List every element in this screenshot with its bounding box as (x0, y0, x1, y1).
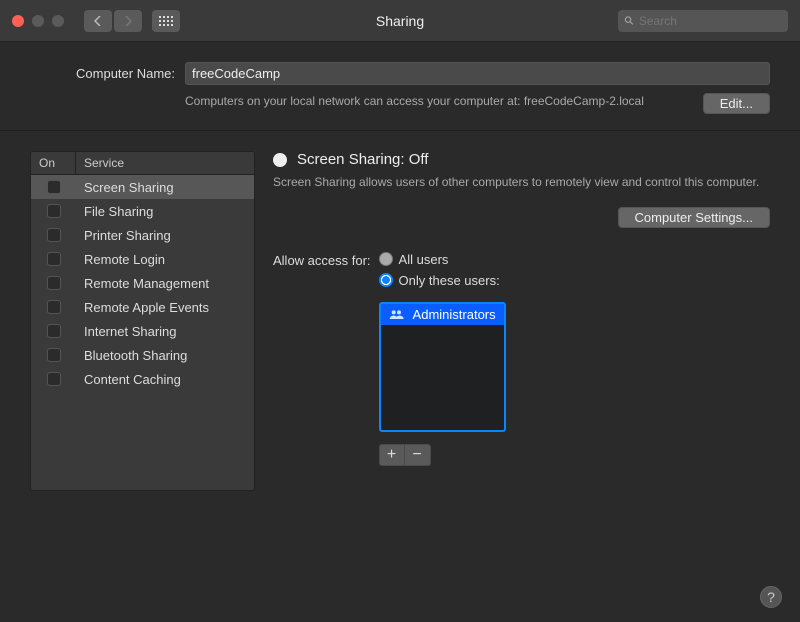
chevron-right-icon (124, 16, 132, 26)
main-content: On Service Screen Sharing File Sharing Pri… (0, 131, 800, 511)
computer-name-description: Computers on your local network can acce… (185, 93, 693, 110)
grid-icon (159, 16, 173, 26)
service-label: Remote Apple Events (76, 300, 254, 315)
radio-only-label: Only these users: (399, 273, 500, 288)
add-remove-group: + − (379, 444, 506, 466)
close-button[interactable] (12, 15, 24, 27)
service-label: Content Caching (76, 372, 254, 387)
service-label: Screen Sharing (76, 180, 254, 195)
service-detail-pane: Screen Sharing: Off Screen Sharing allow… (273, 151, 770, 491)
search-field[interactable] (618, 10, 788, 32)
service-label: Internet Sharing (76, 324, 254, 339)
service-checkbox[interactable] (47, 204, 61, 218)
search-input[interactable] (639, 14, 782, 28)
minimize-button[interactable] (32, 15, 44, 27)
back-button[interactable] (84, 10, 112, 32)
computer-settings-button[interactable]: Computer Settings... (618, 207, 771, 228)
maximize-button[interactable] (52, 15, 64, 27)
service-checkbox[interactable] (47, 300, 61, 314)
col-header-service[interactable]: Service (76, 152, 254, 174)
computer-name-input[interactable] (185, 62, 770, 85)
service-label: Remote Management (76, 276, 254, 291)
window-title: Sharing (376, 13, 424, 29)
computer-name-section: Computer Name: Computers on your local n… (0, 42, 800, 131)
service-row[interactable]: File Sharing (31, 199, 254, 223)
add-user-button[interactable]: + (379, 444, 405, 466)
user-row[interactable]: Administrators (381, 304, 504, 325)
service-row[interactable]: Printer Sharing (31, 223, 254, 247)
service-checkbox[interactable] (47, 180, 61, 194)
service-checkbox[interactable] (47, 252, 61, 266)
service-label: Bluetooth Sharing (76, 348, 254, 363)
edit-button[interactable]: Edit... (703, 93, 770, 114)
services-header: On Service (31, 152, 254, 175)
service-row[interactable]: Bluetooth Sharing (31, 343, 254, 367)
service-label: Remote Login (76, 252, 254, 267)
user-row-label: Administrators (413, 307, 496, 322)
services-body: Screen Sharing File Sharing Printer Sharin… (31, 175, 254, 391)
service-checkbox[interactable] (47, 228, 61, 242)
service-checkbox[interactable] (47, 348, 61, 362)
computer-name-label: Computer Name: (30, 66, 175, 81)
service-label: Printer Sharing (76, 228, 254, 243)
nav-group (84, 10, 142, 32)
access-label: Allow access for: (273, 252, 371, 268)
chevron-left-icon (94, 16, 102, 26)
radio-icon (379, 252, 393, 266)
access-row: Allow access for: All users Only these u… (273, 252, 770, 466)
service-row[interactable]: Remote Apple Events (31, 295, 254, 319)
radio-all-label: All users (399, 252, 449, 267)
service-label: File Sharing (76, 204, 254, 219)
search-icon (624, 15, 635, 27)
service-checkbox[interactable] (47, 324, 61, 338)
status-row: Screen Sharing: Off (273, 151, 770, 168)
users-group-icon (389, 307, 405, 321)
service-checkbox[interactable] (47, 276, 61, 290)
radio-icon (379, 273, 393, 287)
services-table: On Service Screen Sharing File Sharing Pri… (30, 151, 255, 491)
service-row[interactable]: Screen Sharing (31, 175, 254, 199)
status-indicator-icon (273, 153, 287, 167)
status-text: Screen Sharing: Off (297, 151, 428, 168)
forward-button[interactable] (114, 10, 142, 32)
help-button[interactable]: ? (760, 586, 782, 608)
service-checkbox[interactable] (47, 372, 61, 386)
col-header-on[interactable]: On (31, 152, 76, 174)
access-radio-group: All users Only these users: Administrato… (379, 252, 506, 466)
service-row[interactable]: Internet Sharing (31, 319, 254, 343)
service-description: Screen Sharing allows users of other com… (273, 174, 770, 191)
show-all-button[interactable] (152, 10, 180, 32)
radio-all-users[interactable]: All users (379, 252, 506, 267)
service-row[interactable]: Remote Management (31, 271, 254, 295)
remove-user-button[interactable]: − (405, 444, 431, 466)
radio-only-users[interactable]: Only these users: (379, 273, 506, 288)
service-row[interactable]: Content Caching (31, 367, 254, 391)
titlebar: Sharing (0, 0, 800, 42)
window-controls (12, 15, 64, 27)
users-list[interactable]: Administrators (379, 302, 506, 432)
service-row[interactable]: Remote Login (31, 247, 254, 271)
